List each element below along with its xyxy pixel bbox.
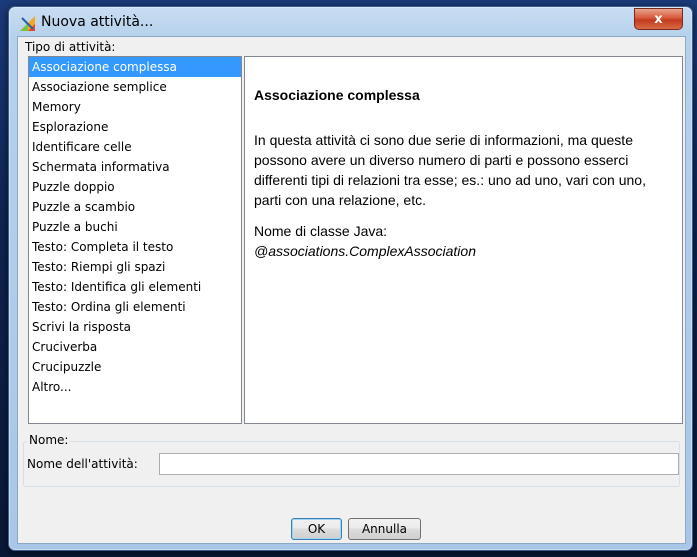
java-class-value: @associations.ComplexAssociation (254, 243, 476, 259)
activity-type-item[interactable]: Crucipuzzle (29, 357, 241, 377)
activity-type-label: Tipo di attività: (25, 40, 116, 54)
activity-type-item[interactable]: Identificare celle (29, 137, 241, 157)
window-title: Nuova attività... (41, 14, 154, 30)
activity-type-item[interactable]: Schermata informativa (29, 157, 241, 177)
activity-type-item[interactable]: Testo: Completa il testo (29, 237, 241, 257)
cancel-button[interactable]: Annulla (348, 518, 421, 540)
activity-type-item[interactable]: Puzzle a scambio (29, 197, 241, 217)
activity-type-item[interactable]: Puzzle a buchi (29, 217, 241, 237)
activity-type-item[interactable]: Associazione semplice (29, 77, 241, 97)
dialog-window: Nuova attività... x Tipo di attività: As… (8, 6, 693, 551)
title-bar[interactable]: Nuova attività... x (9, 7, 692, 37)
description-body: In questa attività ci sono due serie di … (254, 132, 646, 208)
activity-type-item[interactable]: Testo: Riempi gli spazi (29, 257, 241, 277)
activity-name-input[interactable] (159, 453, 679, 475)
ok-button[interactable]: OK (291, 518, 342, 540)
activity-type-item[interactable]: Puzzle doppio (29, 177, 241, 197)
activity-type-item[interactable]: Esplorazione (29, 117, 241, 137)
close-icon: x (654, 11, 663, 27)
activity-type-item[interactable]: Scrivi la risposta (29, 317, 241, 337)
app-icon (20, 16, 35, 31)
activity-type-item[interactable]: Testo: Identifica gli elementi (29, 277, 241, 297)
activity-type-item[interactable]: Cruciverba (29, 337, 241, 357)
activity-type-item[interactable]: Testo: Ordina gli elementi (29, 297, 241, 317)
activity-type-item[interactable]: Altro... (29, 377, 241, 397)
java-class-label: Nome di classe Java: (254, 223, 388, 239)
activity-type-list[interactable]: Associazione complessa Associazione sempl… (28, 56, 242, 424)
activity-name-label: Nome dell'attività: (27, 457, 138, 471)
name-group-label: Nome: (27, 433, 71, 447)
dialog-client-area: Tipo di attività: Associazione complessa… (17, 36, 686, 544)
activity-type-item[interactable]: Associazione complessa (29, 57, 241, 77)
close-button[interactable]: x (634, 8, 683, 30)
description-title: Associazione complessa (254, 87, 420, 103)
activity-type-item[interactable]: Memory (29, 97, 241, 117)
activity-description-panel: Associazione complessa In questa attivit… (244, 56, 683, 424)
